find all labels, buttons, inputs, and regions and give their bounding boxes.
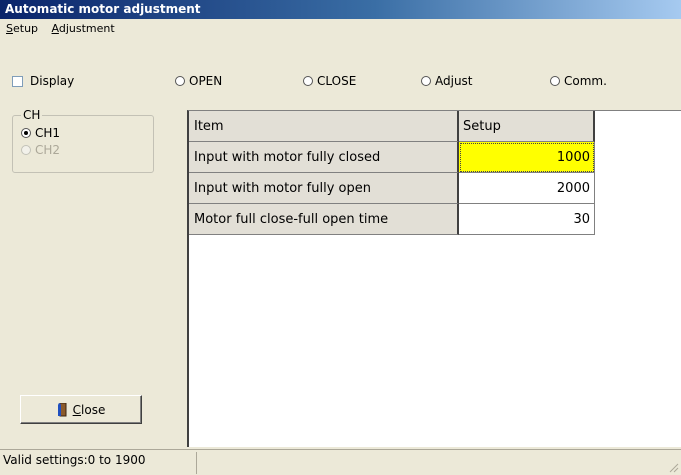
settings-table: Item Setup Input with motor fully closed…	[187, 110, 681, 447]
display-label: Display	[30, 74, 75, 88]
radio-circle[interactable]	[550, 76, 560, 86]
app-window: Automatic motor adjustment Setup Adjustm…	[0, 0, 681, 475]
status-divider	[196, 452, 197, 474]
radio-circle[interactable]	[175, 76, 185, 86]
radio-circle[interactable]	[421, 76, 431, 86]
row-item-label: Input with motor fully closed	[189, 142, 459, 173]
menu-adjustment[interactable]: Adjustment	[48, 20, 119, 38]
radio-ch2: CH2	[21, 143, 60, 157]
radio-open[interactable]: OPEN	[175, 74, 222, 88]
menu-setup[interactable]: Setup	[2, 20, 42, 38]
radio-circle[interactable]	[303, 76, 313, 86]
radio-comm[interactable]: Comm.	[550, 74, 607, 88]
row-item-label: Input with motor fully open	[189, 173, 459, 204]
close-button[interactable]: Close	[20, 395, 142, 424]
radio-circle	[21, 145, 31, 155]
row-setup-value[interactable]: 1000	[459, 142, 595, 173]
resize-grip-icon[interactable]	[667, 461, 679, 473]
checkbox-box[interactable]	[12, 75, 23, 87]
radio-close[interactable]: CLOSE	[303, 74, 356, 88]
header-setup: Setup	[459, 111, 595, 142]
door-exit-icon	[57, 402, 67, 416]
row-item-label: Motor full close-full open time	[189, 204, 459, 235]
status-text: Valid settings:0 to 1900	[3, 453, 146, 467]
header-item: Item	[189, 111, 459, 142]
window-title: Automatic motor adjustment	[0, 0, 681, 19]
channel-group-legend: CH	[21, 108, 43, 122]
row-setup-value[interactable]: 30	[459, 204, 595, 235]
radio-circle[interactable]	[21, 128, 31, 138]
channel-group: CH CH1 CH2	[12, 108, 154, 173]
radio-adjust[interactable]: Adjust	[421, 74, 473, 88]
display-checkbox[interactable]: Display	[12, 74, 74, 88]
radio-ch1[interactable]: CH1	[21, 126, 60, 140]
menu-bar: Setup Adjustment	[0, 20, 119, 38]
status-bar: Valid settings:0 to 1900	[0, 449, 681, 475]
row-setup-value[interactable]: 2000	[459, 173, 595, 204]
